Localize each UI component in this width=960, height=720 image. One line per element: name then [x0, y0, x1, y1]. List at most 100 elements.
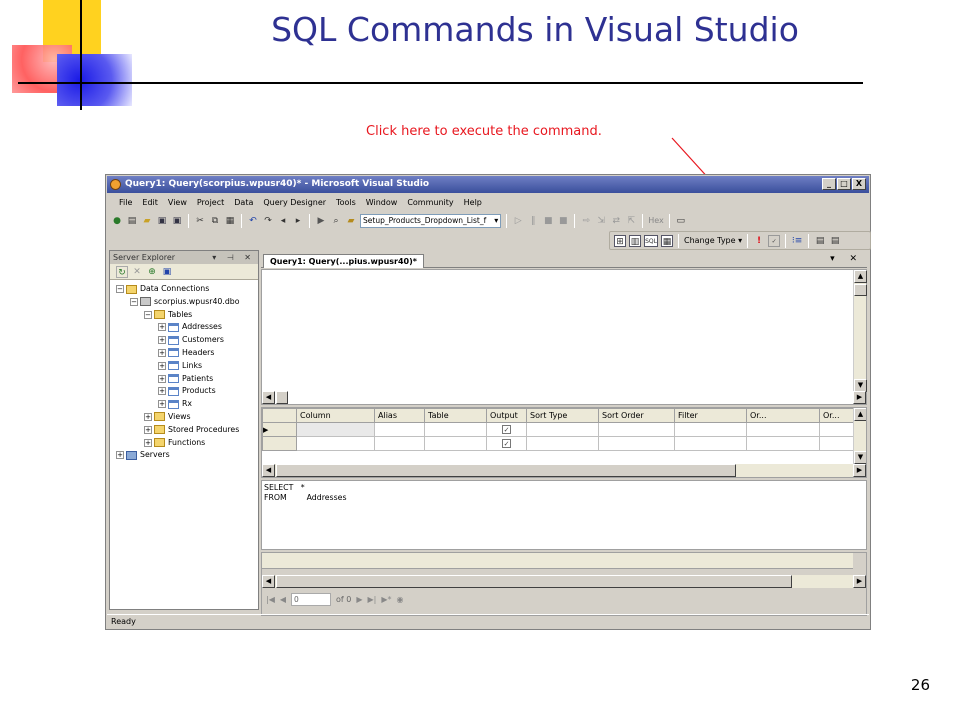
tree-table-rx[interactable]: + Rx [110, 398, 258, 411]
undo-icon[interactable]: ↶ [247, 215, 259, 227]
tree-table-customers[interactable]: + Customers [110, 334, 258, 347]
criteria-cell[interactable] [598, 436, 675, 451]
expand-icon[interactable]: + [158, 387, 166, 396]
column-header-column[interactable]: Column [296, 408, 375, 423]
previous-record-icon[interactable]: ◀ [280, 595, 286, 604]
start-debug-icon[interactable]: ▶ [315, 215, 327, 227]
expand-icon[interactable]: + [158, 348, 166, 357]
scroll-left-button[interactable]: ◀ [262, 391, 275, 404]
criteria-cell[interactable] [674, 436, 747, 451]
criteria-cell[interactable] [374, 422, 425, 437]
scroll-thumb[interactable] [854, 284, 867, 296]
stop-query-icon[interactable]: ◉ [397, 595, 404, 604]
criteria-row[interactable]: ✓ [262, 436, 855, 451]
sql-pane-icon[interactable]: SQL [644, 234, 658, 247]
expand-icon[interactable]: + [158, 323, 166, 332]
maximize-button[interactable]: □ [837, 178, 851, 190]
expand-icon[interactable]: + [144, 412, 152, 421]
menu-tools[interactable]: Tools [336, 198, 356, 207]
scroll-up-button[interactable]: ▲ [854, 408, 866, 421]
results-pane-icon[interactable]: ▦ [661, 234, 673, 247]
expand-icon[interactable]: + [158, 361, 166, 370]
configuration-combo[interactable]: Setup_Products_Dropdown_List_f [360, 213, 502, 228]
close-button[interactable]: X [852, 178, 866, 190]
criteria-cell[interactable] [296, 436, 375, 451]
first-record-icon[interactable]: |◀ [266, 595, 275, 604]
last-record-icon[interactable]: ▶| [368, 595, 377, 604]
scroll-right-button[interactable]: ▶ [853, 575, 866, 588]
criteria-cell-column[interactable] [296, 422, 375, 437]
tree-table-links[interactable]: + Links [110, 360, 258, 373]
tree-connection[interactable]: − scorpius.wpusr40.dbo [110, 296, 258, 309]
criteria-pane-icon[interactable]: ▥ [629, 234, 641, 247]
tree-functions[interactable]: + Functions [110, 437, 258, 450]
results-pane[interactable]: ◀ ▶ |◀ ◀ 0 of 0 ▶ ▶| ▶* ◉ [261, 552, 867, 616]
output-checkbox-icon[interactable]: ✓ [502, 425, 511, 434]
menu-file[interactable]: File [119, 198, 132, 207]
expand-icon[interactable]: + [158, 374, 166, 383]
diagram-vertical-scrollbar[interactable]: ▲ ▼ [853, 270, 867, 392]
step-over-icon[interactable]: ⇄ [610, 215, 622, 227]
menu-community[interactable]: Community [407, 198, 453, 207]
scroll-right-button[interactable]: ▶ [853, 464, 866, 477]
row-selector[interactable] [262, 436, 297, 451]
scroll-left-button[interactable]: ◀ [262, 464, 275, 477]
expand-icon[interactable]: + [144, 425, 152, 434]
refresh-icon[interactable]: ↻ [116, 265, 128, 278]
tree-stored-procedures[interactable]: + Stored Procedures [110, 424, 258, 437]
column-header-output[interactable]: Output [486, 408, 527, 423]
column-header-table[interactable]: Table [424, 408, 487, 423]
continue-icon[interactable]: ▷ [512, 215, 524, 227]
collapse-icon[interactable]: − [144, 310, 152, 319]
row-selector-icon[interactable]: ▶ [262, 422, 297, 437]
verify-sql-icon[interactable]: ✓ [768, 234, 781, 247]
diagram-pane-icon[interactable]: ⊞ [614, 234, 626, 247]
results-horizontal-scrollbar[interactable]: ◀ ▶ [262, 575, 866, 588]
open-file-icon[interactable]: ▰ [141, 215, 153, 227]
record-position-field[interactable]: 0 [291, 593, 332, 606]
tree-data-connections[interactable]: − Data Connections [110, 283, 258, 296]
scroll-thumb[interactable] [276, 575, 792, 588]
criteria-cell[interactable] [674, 422, 747, 437]
column-header-sort-type[interactable]: Sort Type [526, 408, 599, 423]
hex-button[interactable]: Hex [648, 216, 664, 225]
tree-tables[interactable]: − Tables [110, 309, 258, 322]
navigate-back-icon[interactable]: ◂ [277, 215, 289, 227]
criteria-cell[interactable] [819, 436, 855, 451]
diagram-pane[interactable]: ▲ ▼ ◀ ▶ [261, 269, 867, 405]
menu-view[interactable]: View [168, 198, 187, 207]
criteria-cell-output[interactable]: ✓ [486, 422, 527, 437]
collapse-icon[interactable]: − [116, 285, 124, 293]
change-type-button[interactable]: Change Type ▾ [684, 236, 742, 245]
column-header-filter[interactable]: Filter [674, 408, 747, 423]
redo-icon[interactable]: ↷ [262, 215, 274, 227]
expand-icon[interactable]: + [158, 400, 166, 409]
new-project-icon[interactable]: ● [111, 215, 123, 227]
panel-window-buttons[interactable]: ▾ ⊣ ✕ [212, 251, 255, 264]
criteria-cell[interactable] [819, 422, 855, 437]
menu-edit[interactable]: Edit [142, 198, 158, 207]
tree-table-headers[interactable]: + Headers [110, 347, 258, 360]
column-header-alias[interactable]: Alias [374, 408, 425, 423]
criteria-cell-output[interactable]: ✓ [486, 436, 527, 451]
stop-icon[interactable]: ■ [542, 215, 554, 227]
copy-icon[interactable]: ⧉ [209, 215, 221, 227]
sql-pane[interactable]: SELECT * FROM Addresses [261, 480, 867, 550]
column-header-or1[interactable]: Or... [746, 408, 820, 423]
criteria-cell[interactable] [424, 436, 487, 451]
add-item-icon[interactable]: ▤ [126, 215, 138, 227]
tree-table-products[interactable]: + Products [110, 385, 258, 398]
criteria-cell[interactable] [746, 436, 820, 451]
add-table-icon[interactable]: ▤ [814, 235, 826, 247]
navigate-forward-icon[interactable]: ▸ [292, 215, 304, 227]
tree-table-addresses[interactable]: + Addresses [110, 321, 258, 334]
add-derived-table-icon[interactable]: ▤ [829, 235, 841, 247]
criteria-cell[interactable] [526, 422, 599, 437]
tree-views[interactable]: + Views [110, 411, 258, 424]
restart-icon[interactable]: ■ [557, 215, 569, 227]
column-header-or2[interactable]: Or... [819, 408, 855, 423]
criteria-grid[interactable]: Column Alias Table Output Sort Type Sort… [262, 408, 855, 451]
tab-query1[interactable]: Query1: Query(...pius.wpusr40)* [263, 254, 424, 268]
scroll-up-button[interactable]: ▲ [854, 270, 867, 283]
step-out-icon[interactable]: ⇱ [625, 215, 637, 227]
